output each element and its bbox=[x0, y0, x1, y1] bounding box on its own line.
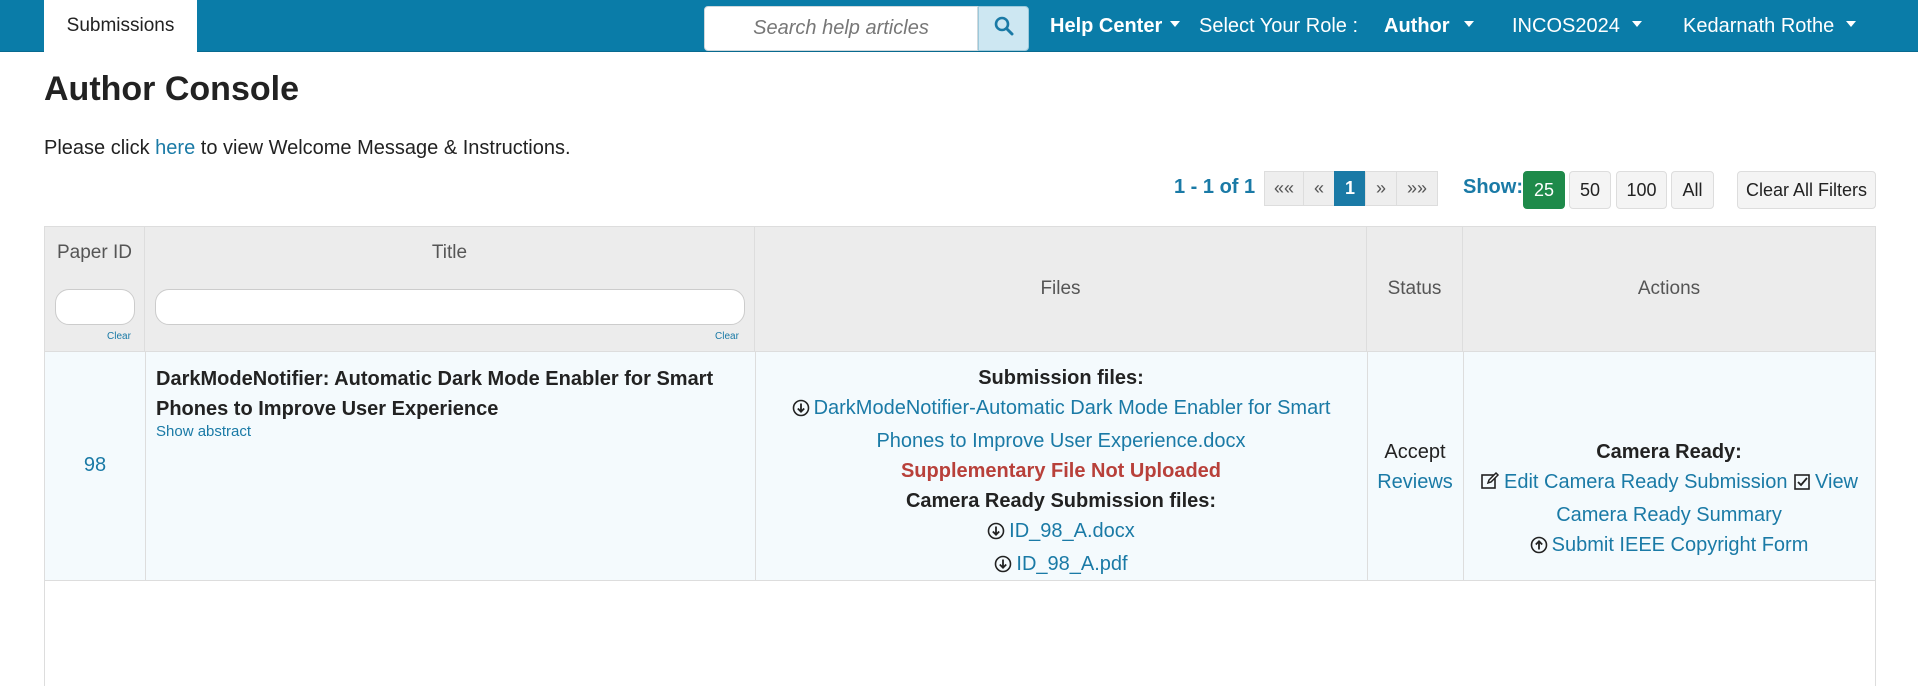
download-icon bbox=[987, 519, 1005, 549]
column-header-status[interactable]: Status bbox=[1367, 227, 1463, 351]
files-cell: Submission files: DarkModeNotifier-Autom… bbox=[755, 363, 1367, 582]
chevron-down-icon bbox=[1170, 21, 1181, 27]
first-page-button[interactable]: «« bbox=[1264, 171, 1304, 206]
search-icon bbox=[994, 16, 1014, 42]
help-center-label: Help Center bbox=[1050, 14, 1163, 37]
paper-id-filter-input[interactable] bbox=[55, 289, 135, 325]
welcome-suffix: to view Welcome Message & Instructions. bbox=[200, 137, 571, 159]
submission-file-link[interactable]: DarkModeNotifier-Automatic Dark Mode Ena… bbox=[814, 397, 1331, 419]
upload-icon bbox=[1530, 533, 1548, 563]
chevron-down-icon bbox=[1463, 21, 1474, 27]
download-icon bbox=[994, 552, 1012, 582]
submission-file-link-cont[interactable]: Phones to Improve User Experience.docx bbox=[876, 430, 1245, 452]
submissions-table: Paper ID Clear Title Clear Files Status … bbox=[44, 226, 1876, 686]
submissions-tab[interactable]: Submissions bbox=[44, 0, 197, 52]
submission-file: DarkModeNotifier-Automatic Dark Mode Ena… bbox=[755, 393, 1367, 426]
camera-ready-files-heading: Camera Ready Submission files: bbox=[905, 490, 1217, 512]
camera-file-pdf-link[interactable]: ID_98_A.pdf bbox=[1016, 553, 1127, 575]
page-size-50[interactable]: 50 bbox=[1569, 171, 1611, 209]
checkbox-icon bbox=[1793, 470, 1811, 500]
page-1-button[interactable]: 1 bbox=[1334, 171, 1366, 206]
chevron-down-icon bbox=[1846, 21, 1857, 27]
view-summary-link[interactable]: View bbox=[1815, 471, 1858, 493]
supplementary-status: Supplementary File Not Uploaded bbox=[900, 460, 1222, 482]
page-size-100[interactable]: 100 bbox=[1616, 171, 1667, 209]
search-input[interactable]: Search help articles bbox=[704, 6, 978, 51]
role-dropdown[interactable]: Author bbox=[1384, 0, 1474, 52]
status-cell: Accept Reviews bbox=[1367, 437, 1463, 497]
download-icon bbox=[792, 396, 810, 426]
conference-name: INCOS2024 bbox=[1512, 14, 1620, 37]
welcome-prefix: Please click bbox=[44, 137, 150, 159]
edit-camera-ready-link[interactable]: Edit Camera Ready Submission bbox=[1504, 471, 1787, 493]
role-label: Select Your Role : bbox=[1199, 14, 1358, 37]
camera-file: ID_98_A.pdf bbox=[755, 549, 1367, 582]
actions-cell: Camera Ready: Edit Camera Ready Submissi… bbox=[1463, 437, 1875, 563]
column-header-files: Files bbox=[755, 227, 1367, 351]
paper-id-clear-link[interactable]: Clear bbox=[107, 331, 131, 342]
prev-page-button[interactable]: « bbox=[1303, 171, 1335, 206]
next-page-button[interactable]: » bbox=[1365, 171, 1397, 206]
last-page-button[interactable]: »» bbox=[1396, 171, 1438, 206]
conference-dropdown[interactable]: INCOS2024 bbox=[1512, 0, 1642, 52]
search-placeholder: Search help articles bbox=[753, 17, 929, 39]
camera-file-docx-link[interactable]: ID_98_A.docx bbox=[1009, 520, 1135, 542]
paper-title-line: DarkModeNotifier: Automatic Dark Mode En… bbox=[156, 368, 714, 390]
page-size-25[interactable]: 25 bbox=[1523, 171, 1565, 209]
edit-icon bbox=[1480, 470, 1500, 500]
paper-title: DarkModeNotifier: Automatic Dark Mode En… bbox=[156, 364, 746, 424]
paper-title-line: Phones to Improve User Experience bbox=[156, 398, 499, 420]
copyright-form-link[interactable]: Submit IEEE Copyright Form bbox=[1552, 534, 1809, 556]
camera-file: ID_98_A.docx bbox=[755, 516, 1367, 549]
chevron-down-icon bbox=[1631, 21, 1642, 27]
page-title: Author Console bbox=[44, 70, 299, 108]
reviews-link[interactable]: Reviews bbox=[1377, 471, 1453, 493]
result-range: 1 - 1 of 1 bbox=[1174, 176, 1256, 198]
help-center-menu[interactable]: Help Center bbox=[1050, 0, 1181, 52]
page-size-all[interactable]: All bbox=[1671, 171, 1714, 209]
column-header-actions: Actions bbox=[1463, 227, 1875, 351]
title-filter-input[interactable] bbox=[155, 289, 745, 325]
column-header-title[interactable]: Title bbox=[145, 227, 755, 279]
role-value: Author bbox=[1384, 14, 1450, 37]
show-label: Show: bbox=[1463, 176, 1523, 198]
search-button[interactable] bbox=[978, 6, 1029, 51]
paper-id-link[interactable]: 98 bbox=[45, 454, 145, 477]
user-name: Kedarnath Rothe bbox=[1683, 14, 1835, 37]
camera-ready-heading: Camera Ready: bbox=[1596, 441, 1742, 463]
pagination: «« « 1 » »» bbox=[1264, 171, 1438, 206]
status-text: Accept bbox=[1384, 441, 1446, 463]
clear-all-filters-button[interactable]: Clear All Filters bbox=[1737, 171, 1876, 209]
submission-files-heading: Submission files: bbox=[978, 367, 1144, 389]
user-menu[interactable]: Kedarnath Rothe bbox=[1683, 0, 1857, 52]
welcome-message: Please click here to view Welcome Messag… bbox=[44, 137, 571, 160]
welcome-link[interactable]: here bbox=[155, 137, 195, 159]
column-header-paper-id[interactable]: Paper ID bbox=[45, 227, 145, 279]
title-clear-link[interactable]: Clear bbox=[715, 331, 739, 342]
view-summary-link-cont[interactable]: Camera Ready Summary bbox=[1556, 504, 1782, 526]
top-navbar: Submissions Search help articles Help Ce… bbox=[0, 0, 1918, 52]
column-divider bbox=[145, 351, 146, 581]
show-abstract-link[interactable]: Show abstract bbox=[156, 423, 251, 440]
